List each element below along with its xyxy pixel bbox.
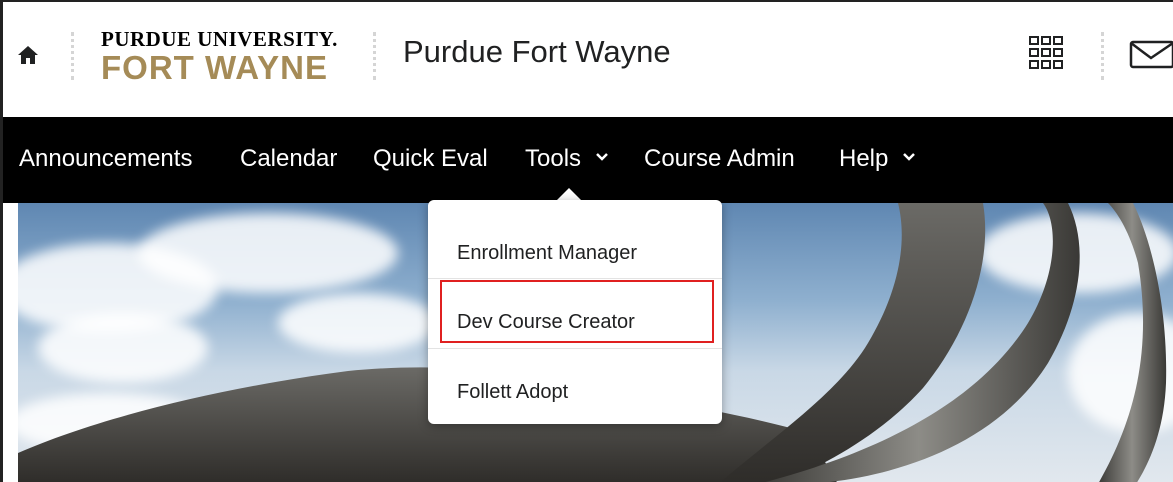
- menu-item-follett-adopt[interactable]: Follett Adopt: [428, 349, 722, 419]
- nav-item-label: Quick Eval: [373, 145, 488, 172]
- nav-announcements[interactable]: Announcements: [19, 145, 192, 173]
- nav-course-admin[interactable]: Course Admin: [644, 145, 795, 173]
- nav-quick-eval[interactable]: Quick Eval: [373, 145, 488, 173]
- top-header: PURDUE UNIVERSITY. FORT WAYNE Purdue For…: [3, 2, 1173, 117]
- nav-calendar[interactable]: Calendar: [240, 145, 337, 173]
- course-navbar: Announcements Calendar Quick Eval Tools …: [3, 117, 1173, 203]
- highlight-box: [440, 280, 714, 343]
- site-title[interactable]: Purdue Fort Wayne: [403, 34, 671, 70]
- nav-item-label: Course Admin: [644, 145, 795, 172]
- university-logo[interactable]: PURDUE UNIVERSITY. FORT WAYNE: [101, 28, 351, 86]
- page-frame: PURDUE UNIVERSITY. FORT WAYNE Purdue For…: [0, 0, 1173, 482]
- header-separator: [373, 32, 376, 80]
- app-grid-icon: [1029, 36, 1063, 69]
- app-grid-button[interactable]: [1028, 35, 1064, 71]
- nav-tools[interactable]: Tools: [525, 145, 608, 173]
- logo-top-text: PURDUE UNIVERSITY.: [101, 27, 338, 51]
- header-separator: [71, 32, 74, 80]
- home-button[interactable]: [15, 42, 41, 68]
- nav-item-label: Help: [839, 145, 889, 172]
- chevron-down-icon: [595, 153, 608, 161]
- chevron-down-icon: [903, 153, 915, 161]
- nav-item-label: Calendar: [240, 145, 338, 172]
- nav-help[interactable]: Help: [839, 145, 915, 173]
- logo-bottom-text: FORT WAYNE: [101, 49, 328, 86]
- header-separator: [1101, 32, 1104, 80]
- menu-item-enrollment-manager[interactable]: Enrollment Manager: [428, 210, 722, 280]
- home-icon: [18, 46, 38, 64]
- nav-item-label: Tools: [525, 145, 582, 172]
- menu-item-label: Follett Adopt: [457, 381, 569, 403]
- mail-button[interactable]: [1129, 40, 1173, 70]
- mail-icon: [1129, 40, 1173, 69]
- nav-item-label: Announcements: [19, 145, 193, 172]
- menu-item-label: Enrollment Manager: [457, 242, 638, 264]
